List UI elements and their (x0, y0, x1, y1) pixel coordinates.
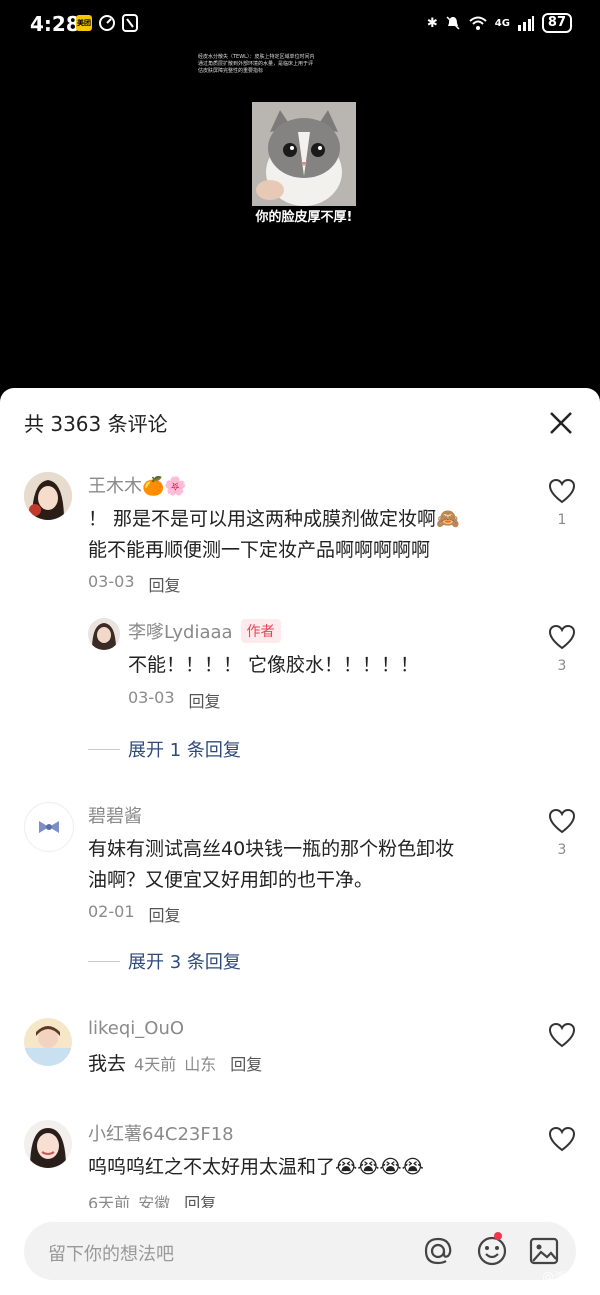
signal-icon (517, 16, 534, 31)
heart-icon (548, 478, 576, 504)
cat-image (252, 102, 356, 206)
comment-text-line: 能不能再顺便测一下定妆产品啊啊啊啊啊 (88, 539, 431, 561)
reply-text: 不能！！！！ 它像胶水！！！！！ (128, 654, 420, 676)
heart-icon (548, 624, 576, 650)
network-type: 4G (494, 17, 510, 29)
close-icon[interactable] (548, 410, 574, 436)
status-bar: 4:28 美团 ✱ 4G 87 (0, 0, 600, 48)
comment-username[interactable]: 王木木🍊🌸 (88, 472, 187, 498)
comment-meta: 4天前 山东 回复 (134, 1049, 262, 1080)
heart-icon (548, 1126, 576, 1152)
meituan-app-icon: 美团 (76, 15, 92, 31)
reply-button[interactable]: 回复 (189, 688, 221, 712)
mute-bell-icon (446, 16, 460, 30)
reply-meta: 03-03 回复 (128, 688, 221, 712)
comment-date: 4天前 (134, 1055, 177, 1074)
heart-icon (548, 808, 576, 834)
emoji-icon (477, 1236, 507, 1266)
expand-replies-label: 展开 1 条回复 (128, 740, 241, 761)
comment-text-line: 我去 (88, 1053, 127, 1075)
notification-dot (494, 1232, 502, 1240)
like-count: 3 (557, 658, 567, 674)
comment-count-title: 共 3363 条评论 (24, 412, 168, 436)
like-button[interactable]: 3 (546, 808, 578, 858)
expand-replies-button[interactable]: 展开 3 条回复 (88, 948, 241, 974)
reply-button[interactable]: 回复 (149, 902, 181, 926)
video-overlay-text: 经皮水分散失（TEWL）：皮肤上特定区域单位时间内通过角质层扩散到外部环境的水量… (198, 54, 315, 74)
reply-username[interactable]: 李嗲Lydiaaa 作者 (128, 618, 281, 644)
author-tag: 作者 (240, 619, 281, 643)
status-left-icons: 美团 (76, 14, 138, 32)
like-button[interactable] (546, 1126, 578, 1160)
comment-meta: 02-01 回复 (88, 902, 181, 926)
wifi-icon (469, 16, 487, 30)
like-count: 1 (557, 512, 567, 528)
comment-text-line: ！ 那是不是可以用这两种成膜剂做定妆啊🙈 (88, 508, 460, 530)
comment-username[interactable]: 碧碧酱 (88, 802, 142, 828)
battery-indicator: 87 (541, 13, 572, 33)
comment-date: 02-01 (88, 902, 135, 921)
at-mention-icon[interactable] (422, 1235, 454, 1267)
comment-text-line: 有妹有测试高丝40块钱一瓶的那个粉色卸妆 (88, 838, 455, 860)
comment-text: 我去 4天前 山东 回复 (88, 1049, 262, 1080)
comment-username[interactable]: 小红薯64C23F18 (88, 1120, 234, 1146)
video-caption: 你的脸皮厚不厚! (255, 210, 353, 225)
like-button[interactable]: 1 (546, 478, 578, 528)
status-time: 4:28 (30, 12, 80, 36)
reply-date: 03-03 (128, 688, 175, 707)
comment-location: 山东 (184, 1055, 217, 1074)
reply-button[interactable]: 回复 (230, 1049, 262, 1080)
watermark: @派代说 (541, 1270, 590, 1284)
avatar[interactable] (24, 472, 72, 520)
status-right-icons: ✱ 4G 87 (427, 13, 572, 33)
divider-line (88, 960, 120, 962)
comment-input[interactable]: 留下你的想法吧 (24, 1222, 576, 1280)
comment-text: 呜呜呜红之不太好用太温和了😭😭😭😭 (88, 1156, 424, 1178)
emoji-button[interactable] (476, 1232, 508, 1267)
expand-replies-button[interactable]: 展开 1 条回复 (88, 736, 241, 762)
comment-text: ！ 那是不是可以用这两种成膜剂做定妆啊🙈 能不能再顺便测一下定妆产品啊啊啊啊啊 (88, 504, 460, 566)
like-button[interactable] (546, 1022, 578, 1056)
bluetooth-icon: ✱ (426, 15, 438, 31)
avatar[interactable] (88, 618, 120, 650)
video-player[interactable]: 经皮水分散失（TEWL）：皮肤上特定区域单位时间内通过角质层扩散到外部环境的水量… (0, 48, 600, 388)
comment-date: 03-03 (88, 572, 135, 591)
image-icon[interactable] (528, 1235, 560, 1267)
avatar[interactable] (24, 1120, 72, 1168)
comment-meta: 03-03 回复 (88, 572, 181, 596)
avatar[interactable] (24, 1018, 72, 1066)
comment-sheet: 共 3363 条评论 王木木🍊🌸 ！ 那是不是可以用这两种成膜剂做定妆啊🙈 能不… (0, 388, 600, 1295)
comment-username[interactable]: likeqi_OuO (88, 1018, 184, 1039)
comment-text-line: 油啊？又便宜又好用卸的也干净。 (88, 869, 374, 891)
comment-text: 有妹有测试高丝40块钱一瓶的那个粉色卸妆 油啊？又便宜又好用卸的也干净。 (88, 834, 454, 896)
heart-icon (548, 1022, 576, 1048)
like-button[interactable]: 3 (546, 624, 578, 674)
expand-replies-label: 展开 3 条回复 (128, 952, 241, 973)
divider-line (88, 748, 120, 750)
reply-button[interactable]: 回复 (149, 572, 181, 596)
speedometer-icon (99, 15, 115, 31)
nfc-icon (122, 14, 138, 32)
comment-input-placeholder: 留下你的想法吧 (48, 1244, 174, 1265)
comment-input-bar: 留下你的想法吧 @派代说 (0, 1208, 600, 1295)
avatar[interactable] (24, 802, 74, 852)
like-count: 3 (557, 842, 567, 858)
